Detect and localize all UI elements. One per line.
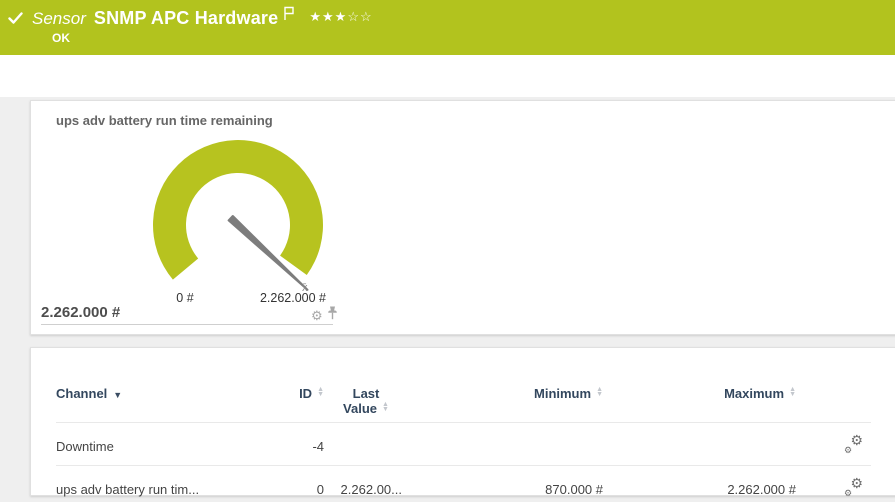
column-header-id[interactable]: ID▲▼: [236, 348, 324, 423]
battery-runtime-gauge: [143, 130, 353, 300]
column-header-last-value[interactable]: Last Value▲▼: [324, 348, 408, 423]
channel-maximum-cell: 2.262.000 #: [603, 466, 796, 502]
gauge-current-value: 2.262.000 #: [41, 304, 120, 321]
stars-empty[interactable]: ☆☆: [347, 9, 372, 24]
channel-id-cell: 0: [236, 466, 324, 502]
priority-flag-icon[interactable]: [283, 6, 295, 26]
channel-minimum-cell: 870.000 #: [408, 466, 603, 502]
gauge-panel: ups adv battery run time remaining 0 # 2…: [30, 100, 895, 335]
priority-stars[interactable]: ★★★☆☆: [309, 9, 372, 25]
column-header-minimum[interactable]: Minimum▲▼: [408, 348, 603, 423]
object-type-label: Sensor: [32, 9, 86, 29]
table-header-row: Channel▼ ID▲▼ Last Value▲▼ Minimum▲▼: [56, 348, 871, 423]
gauge-min-label: 0 #: [155, 291, 215, 305]
channel-last-value-cell: 2.262.00...: [324, 466, 408, 502]
gauge-max-label: 2.262.000 #: [233, 291, 353, 305]
channel-last-value-cell: [324, 423, 408, 466]
pin-icon[interactable]: [327, 306, 338, 325]
column-header-actions: [796, 348, 871, 423]
sensor-status-badge: OK: [52, 31, 70, 45]
sort-icon: ▲▼: [382, 402, 389, 412]
tab-strip: Overview Live Data 2 days 30 days 365 da…: [0, 55, 895, 97]
content-area: ups adv battery run time remaining 0 # 2…: [0, 97, 895, 502]
gauge-panel-divider: [41, 324, 333, 325]
sensor-titlebar: Sensor SNMP APC Hardware ★★★☆☆ OK: [0, 0, 895, 55]
column-header-channel[interactable]: Channel▼: [56, 348, 236, 423]
channel-id-cell: -4: [236, 423, 324, 466]
sensor-name: SNMP APC Hardware: [94, 8, 278, 29]
table-row: ups adv battery run tim... 0 2.262.00...…: [56, 466, 871, 502]
stars-filled[interactable]: ★★★: [309, 9, 347, 24]
channel-table: Channel▼ ID▲▼ Last Value▲▼ Minimum▲▼: [56, 348, 871, 502]
channel-minimum-cell: [408, 423, 603, 466]
gauge-settings-gear-icon[interactable]: ⚙: [311, 309, 323, 322]
channel-name-cell[interactable]: ups adv battery run tim...: [56, 466, 236, 502]
gauge-mean-marker: x̄: [302, 282, 308, 294]
gauge-panel-title: ups adv battery run time remaining: [56, 113, 273, 128]
prtg-sensor-page: Sensor SNMP APC Hardware ★★★☆☆ OK Overvi…: [0, 0, 895, 502]
status-ok-check-icon: [8, 11, 23, 29]
column-header-maximum[interactable]: Maximum▲▼: [603, 348, 796, 423]
channel-name-cell[interactable]: Downtime: [56, 423, 236, 466]
table-row: Downtime -4 ⚙⚙: [56, 423, 871, 466]
sort-icon: ▲▼: [317, 387, 324, 397]
channel-maximum-cell: [603, 423, 796, 466]
sort-icon: ▲▼: [789, 387, 796, 397]
channel-settings-gears-icon[interactable]: ⚙⚙: [844, 436, 863, 453]
sort-desc-icon: ▼: [113, 390, 122, 400]
sort-icon: ▲▼: [596, 387, 603, 397]
channel-table-panel: Channel▼ ID▲▼ Last Value▲▼ Minimum▲▼: [30, 347, 895, 496]
channel-settings-gears-icon[interactable]: ⚙⚙: [844, 479, 863, 496]
gauge-arc: [153, 140, 323, 280]
